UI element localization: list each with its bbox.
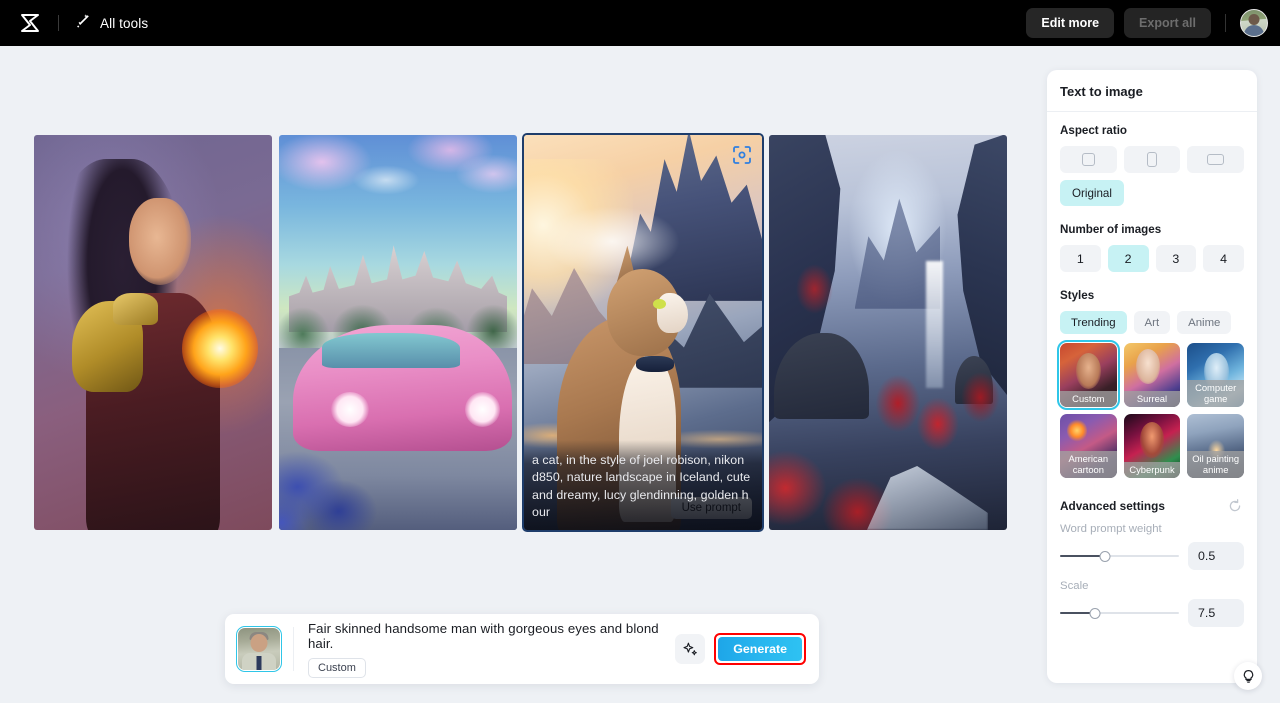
help-button[interactable] bbox=[1234, 662, 1262, 690]
tab-anime[interactable]: Anime bbox=[1177, 311, 1232, 334]
number-of-images-1[interactable]: 1 bbox=[1060, 245, 1101, 272]
word-prompt-weight-row: 0.5 bbox=[1060, 542, 1244, 570]
styles-label: Styles bbox=[1060, 289, 1095, 302]
style-card-custom[interactable]: Custom bbox=[1057, 340, 1120, 410]
style-tabs: Trending Art Anime bbox=[1060, 311, 1244, 334]
all-tools-label: All tools bbox=[100, 15, 149, 31]
image-prompt-text: a cat, in the style of joel robison, nik… bbox=[532, 452, 751, 520]
word-prompt-weight-label: Word prompt weight bbox=[1060, 523, 1162, 535]
divider bbox=[1047, 111, 1257, 112]
generate-button[interactable]: Generate bbox=[718, 637, 802, 661]
aspect-ratio-options bbox=[1060, 146, 1245, 173]
generate-button-highlight: Generate bbox=[714, 633, 806, 665]
topbar-divider bbox=[58, 15, 59, 31]
style-card-oil-painting-anime[interactable]: Oil painting anime bbox=[1187, 414, 1244, 478]
text-to-image-panel: Text to image Aspect ratio Original Numb… bbox=[1047, 70, 1257, 683]
word-prompt-weight-value[interactable]: 0.5 bbox=[1188, 542, 1244, 570]
canvas-area: a cat, in the style of joel robison, nik… bbox=[0, 46, 1047, 703]
image-thumbnail bbox=[34, 135, 272, 530]
aspect-ratio-landscape-button[interactable] bbox=[1187, 146, 1245, 173]
prompt-content: Fair skinned handsome man with gorgeous … bbox=[308, 621, 675, 678]
edit-more-button[interactable]: Edit more bbox=[1026, 8, 1115, 38]
prompt-bar: Fair skinned handsome man with gorgeous … bbox=[225, 614, 819, 684]
magic-sparkle-icon[interactable] bbox=[675, 634, 706, 664]
style-label: Oil painting anime bbox=[1187, 451, 1244, 478]
topbar-divider-2 bbox=[1225, 14, 1226, 32]
style-label: Custom bbox=[1060, 391, 1117, 407]
image-prompt-overlay: a cat, in the style of joel robison, nik… bbox=[524, 439, 762, 530]
style-label: American cartoon bbox=[1060, 451, 1117, 478]
divider bbox=[293, 627, 294, 671]
number-of-images-4[interactable]: 4 bbox=[1203, 245, 1244, 272]
prompt-input[interactable]: Fair skinned handsome man with gorgeous … bbox=[308, 621, 675, 651]
number-of-images-3[interactable]: 3 bbox=[1155, 245, 1197, 272]
portrait-rect-icon bbox=[1147, 152, 1157, 167]
avatar[interactable] bbox=[1240, 9, 1268, 37]
advanced-settings-label: Advanced settings bbox=[1060, 499, 1165, 513]
style-card-american-cartoon[interactable]: American cartoon bbox=[1060, 414, 1117, 478]
reference-image-thumbnail[interactable] bbox=[236, 626, 282, 672]
page-title: Text to image bbox=[1060, 84, 1143, 99]
image-thumbnail bbox=[769, 135, 1007, 530]
aspect-ratio-portrait-button[interactable] bbox=[1123, 146, 1181, 173]
scale-row: 7.5 bbox=[1060, 599, 1244, 627]
word-prompt-weight-slider[interactable] bbox=[1060, 549, 1179, 563]
scale-label: Scale bbox=[1060, 580, 1089, 592]
number-of-images-label: Number of images bbox=[1060, 223, 1162, 236]
style-label: Computer game bbox=[1187, 380, 1244, 407]
advanced-settings-header: Advanced settings bbox=[1060, 497, 1244, 515]
slider-thumb[interactable] bbox=[1099, 550, 1111, 562]
slider-fill bbox=[1060, 555, 1106, 557]
style-card-computer-game[interactable]: Computer game bbox=[1187, 343, 1244, 407]
style-card-cyberpunk[interactable]: Cyberpunk bbox=[1123, 414, 1181, 478]
focus-scan-icon[interactable] bbox=[729, 142, 754, 167]
landscape-rect-icon bbox=[1207, 154, 1225, 165]
aspect-ratio-original-button[interactable]: Original bbox=[1060, 180, 1124, 206]
number-of-images-2[interactable]: 2 bbox=[1107, 245, 1149, 272]
export-all-button[interactable]: Export all bbox=[1124, 8, 1211, 38]
image-card-red-valley-pagoda[interactable] bbox=[769, 135, 1007, 530]
aspect-ratio-label: Aspect ratio bbox=[1060, 124, 1128, 137]
number-of-images-options: 1 2 3 4 bbox=[1060, 245, 1244, 272]
capcut-logo-icon[interactable] bbox=[12, 5, 48, 41]
scale-slider[interactable] bbox=[1060, 606, 1179, 620]
generated-image-strip: a cat, in the style of joel robison, nik… bbox=[34, 135, 1007, 530]
image-card-fantasy-warrior-woman[interactable] bbox=[34, 135, 272, 530]
image-thumbnail bbox=[279, 135, 517, 530]
top-bar: All tools Edit more Export all bbox=[0, 0, 1280, 46]
image-card-castle-with-pink-car[interactable] bbox=[279, 135, 517, 530]
image-card-cat-in-iceland-landscape[interactable]: a cat, in the style of joel robison, nik… bbox=[524, 135, 762, 530]
aspect-ratio-square-button[interactable] bbox=[1060, 146, 1117, 173]
style-chip-custom[interactable]: Custom bbox=[308, 657, 366, 678]
slider-thumb[interactable] bbox=[1089, 607, 1100, 619]
style-label: Surreal bbox=[1123, 391, 1181, 407]
tab-trending[interactable]: Trending bbox=[1060, 311, 1127, 334]
style-card-surreal[interactable]: Surreal bbox=[1123, 343, 1181, 407]
square-icon bbox=[1081, 153, 1095, 166]
wand-sparkle-icon bbox=[75, 13, 91, 34]
app-root: All tools Edit more Export all a cat, in… bbox=[0, 0, 1280, 703]
tab-art[interactable]: Art bbox=[1133, 311, 1171, 334]
lightbulb-icon bbox=[1243, 669, 1253, 683]
topbar-actions: Edit more Export all bbox=[1026, 8, 1268, 38]
style-label: Cyberpunk bbox=[1123, 462, 1181, 478]
style-grid: Custom Surreal Computer game American ca… bbox=[1057, 340, 1244, 478]
scale-value[interactable]: 7.5 bbox=[1188, 599, 1244, 627]
reset-circular-arrow-icon[interactable] bbox=[1226, 497, 1244, 515]
all-tools-button[interactable]: All tools bbox=[69, 8, 154, 38]
